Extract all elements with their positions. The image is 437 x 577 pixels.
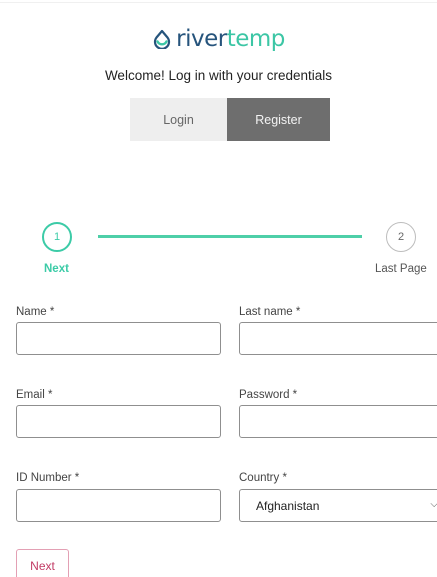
last-name-input[interactable] (239, 322, 437, 355)
brand-name-river: river (176, 26, 227, 52)
country-select[interactable]: Afghanistan ⌵ (239, 489, 437, 522)
login-tab[interactable]: Login (130, 98, 227, 141)
email-input[interactable] (16, 405, 221, 438)
brand-logo: rivertemp (0, 26, 437, 52)
chevron-down-icon: ⌵ (430, 499, 437, 510)
auth-tabs: Login Register (130, 98, 330, 141)
step-2-circle: 2 (386, 222, 416, 252)
step-1-circle: 1 (42, 222, 72, 252)
password-input[interactable] (239, 405, 437, 438)
country-label: Country * (239, 472, 287, 484)
step-2-label: Last Page (375, 263, 427, 275)
brand-name: rivertemp (176, 26, 285, 52)
password-label: Password * (239, 389, 298, 401)
next-button[interactable]: Next (16, 549, 69, 577)
email-label: Email * (16, 389, 53, 401)
id-number-label: ID Number * (16, 472, 80, 484)
register-page: rivertemp Welcome! Log in with your cred… (0, 0, 437, 577)
name-input[interactable] (16, 322, 221, 355)
step-progress-line (98, 235, 362, 238)
welcome-text: Welcome! Log in with your credentials (104, 68, 333, 83)
step-1-label: Next (44, 263, 69, 275)
droplet-icon (154, 29, 171, 49)
brand-name-temp: temp (226, 26, 286, 52)
last-name-label: Last name * (239, 306, 301, 318)
country-select-value: Afghanistan (256, 498, 320, 513)
name-label: Name * (16, 306, 55, 318)
register-tab[interactable]: Register (227, 98, 330, 141)
id-number-input[interactable] (16, 489, 221, 522)
top-divider (0, 2, 437, 3)
